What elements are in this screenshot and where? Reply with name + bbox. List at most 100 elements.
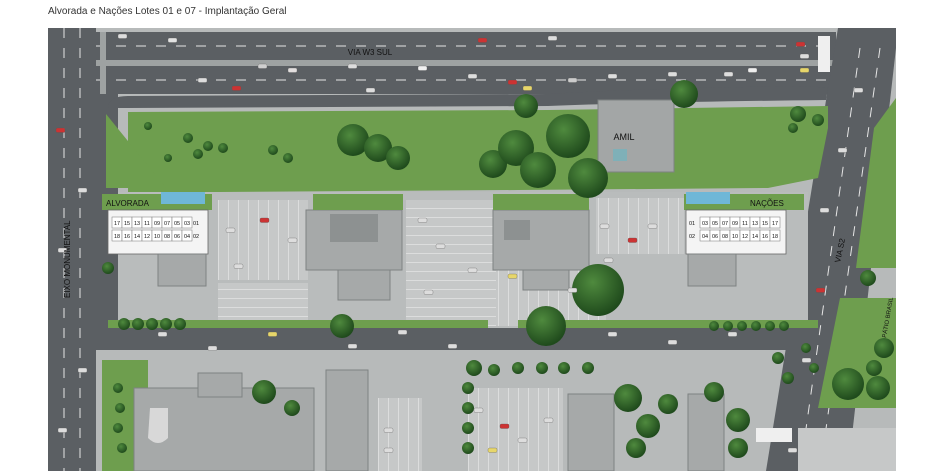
- car: [801, 357, 812, 363]
- car: [231, 85, 242, 91]
- car: [467, 267, 478, 273]
- car: [447, 343, 458, 349]
- tree: [832, 368, 864, 400]
- tree: [658, 394, 678, 414]
- car: [799, 53, 810, 59]
- tree: [203, 141, 213, 151]
- car: [383, 447, 394, 453]
- car: [627, 237, 638, 243]
- car: [233, 263, 244, 269]
- tree: [801, 343, 811, 353]
- map-title: Alvorada e Nações Lotes 01 e 07 - Implan…: [48, 6, 287, 17]
- car: [207, 345, 218, 351]
- unit-label: 04: [702, 234, 708, 240]
- car: [723, 71, 734, 77]
- car: [747, 67, 758, 73]
- tree: [626, 438, 646, 458]
- tree: [160, 318, 172, 330]
- tree: [737, 321, 747, 331]
- south-parking: [468, 388, 563, 471]
- car: [417, 217, 428, 223]
- site-plan-map: AMIL ALVORADA 17 15 13 11 09 07 05 03 18 16 14 12 10…: [48, 28, 896, 471]
- car: [347, 343, 358, 349]
- nacoes-label: NAÇÕES: [750, 199, 784, 208]
- car: [467, 73, 478, 79]
- unit-label: 09: [154, 221, 160, 227]
- car: [787, 447, 798, 453]
- car: [499, 423, 510, 429]
- tree: [115, 403, 125, 413]
- amil-label: AMIL: [613, 132, 634, 142]
- car: [522, 85, 533, 91]
- car: [257, 63, 268, 69]
- unit-label: 13: [752, 221, 758, 227]
- tree: [709, 321, 719, 331]
- unit-label: 02: [193, 234, 199, 240]
- car: [547, 35, 558, 41]
- tree: [117, 443, 127, 453]
- tree: [268, 145, 278, 155]
- tree: [218, 143, 228, 153]
- car: [853, 87, 864, 93]
- tree: [174, 318, 186, 330]
- tree: [866, 376, 890, 400]
- tree: [751, 321, 761, 331]
- car: [603, 257, 614, 263]
- car: [287, 67, 298, 73]
- car: [157, 331, 168, 337]
- tree: [514, 94, 538, 118]
- tree: [790, 106, 806, 122]
- car: [837, 147, 848, 153]
- south-building-east: [567, 393, 615, 471]
- unit-label: 06: [712, 234, 718, 240]
- tree: [860, 270, 876, 286]
- tree: [466, 360, 482, 376]
- unit-label: 08: [722, 234, 728, 240]
- unit-label: 09: [732, 221, 738, 227]
- tree: [779, 321, 789, 331]
- unit-label: 01: [689, 221, 695, 227]
- tree: [772, 352, 784, 364]
- unit-label: 03: [702, 221, 708, 227]
- unit-label: 05: [174, 221, 180, 227]
- tree: [146, 318, 158, 330]
- eixo-monumental-road: [48, 28, 96, 471]
- unit-label: 10: [154, 234, 160, 240]
- car: [423, 289, 434, 295]
- unit-label: 07: [164, 221, 170, 227]
- car: [517, 437, 528, 443]
- unit-label: 13: [134, 221, 140, 227]
- car: [435, 243, 446, 249]
- tree: [723, 321, 733, 331]
- car: [567, 287, 578, 293]
- car: [57, 427, 68, 433]
- car: [347, 63, 358, 69]
- tree: [144, 122, 152, 130]
- unit-label: 12: [742, 234, 748, 240]
- car: [647, 223, 658, 229]
- amil-building: [597, 99, 675, 173]
- tree: [765, 321, 775, 331]
- car: [567, 77, 578, 83]
- tree: [337, 124, 369, 156]
- tree: [546, 114, 590, 158]
- car: [815, 287, 826, 293]
- car: [167, 37, 178, 43]
- car: [365, 87, 376, 93]
- tree: [284, 400, 300, 416]
- car: [607, 331, 618, 337]
- car: [473, 407, 484, 413]
- tree: [782, 372, 794, 384]
- tree: [386, 146, 410, 170]
- alvorada-label: ALVORADA: [106, 199, 150, 208]
- tree: [132, 318, 144, 330]
- tree: [572, 264, 624, 316]
- tree: [102, 262, 114, 274]
- car: [77, 367, 88, 373]
- tree: [462, 422, 474, 434]
- tree: [526, 306, 566, 346]
- car: [477, 37, 488, 43]
- tree: [636, 414, 660, 438]
- tree: [812, 114, 824, 126]
- car: [727, 331, 738, 337]
